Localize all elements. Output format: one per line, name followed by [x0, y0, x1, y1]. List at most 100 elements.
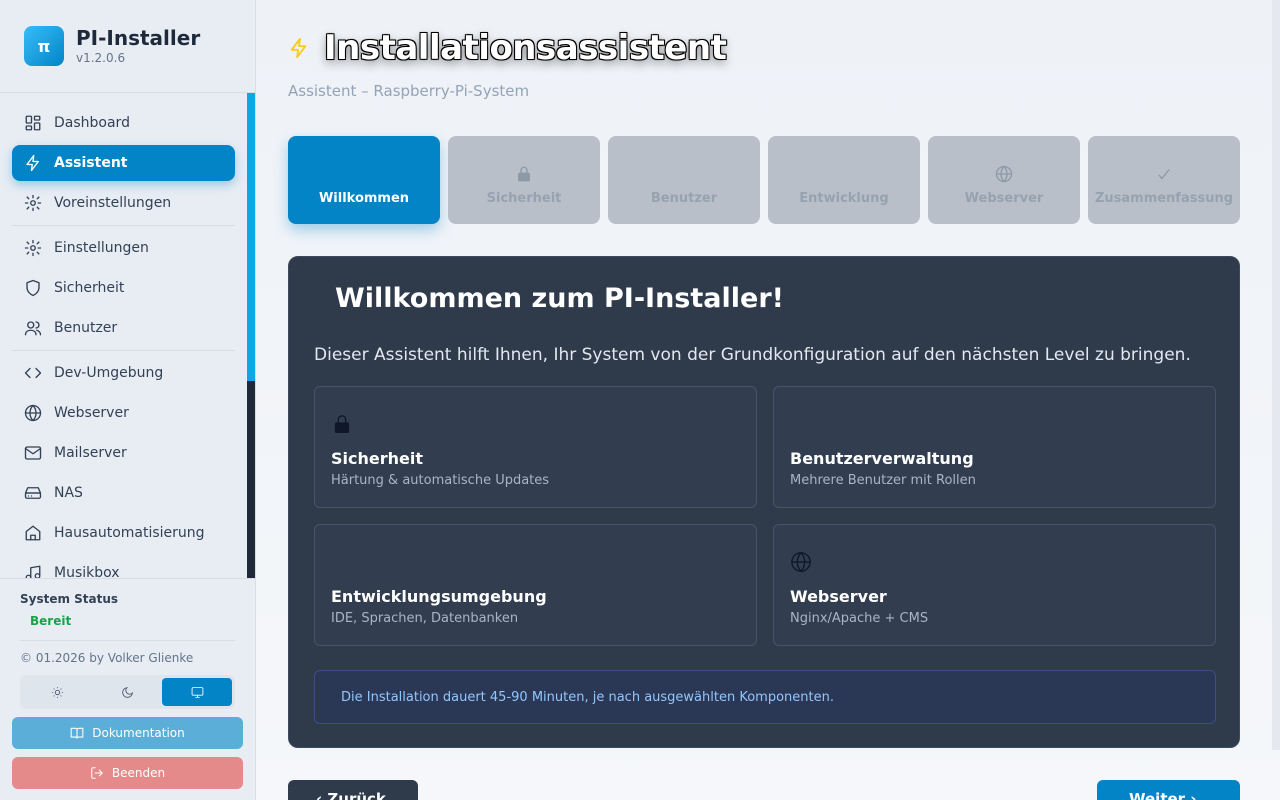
- feature-description: Härtung & automatische Updates: [331, 473, 550, 488]
- feature-name: Webserver: [790, 587, 887, 606]
- feature-description: IDE, Sprachen, Datenbanken: [331, 611, 519, 626]
- brand[interactable]: π PI-Installer v1.2.0.6: [24, 26, 200, 66]
- main-scrollbar-thumb[interactable]: [1272, 0, 1280, 750]
- lock-icon: [334, 415, 350, 433]
- check-icon: [1158, 169, 1170, 180]
- feature-card-webserver: Webserver Nginx/Apache + CMS: [773, 524, 1216, 646]
- step-benutzer[interactable]: Benutzer: [608, 136, 760, 224]
- documentation-button[interactable]: Dokumentation: [12, 717, 243, 749]
- step-label: Entwicklung: [799, 191, 889, 206]
- sidebar-item-assistent[interactable]: Assistent: [12, 145, 235, 181]
- shield-icon: [26, 279, 40, 297]
- logout-icon: [91, 767, 103, 779]
- gear-icon: [24, 239, 42, 257]
- lightning-icon: [26, 154, 39, 172]
- page-title-text: Installationsassistent: [324, 28, 727, 68]
- theme-switch: [20, 675, 235, 709]
- step-sicherheit[interactable]: Sicherheit: [448, 136, 600, 224]
- sidebar-item-label: Assistent: [54, 155, 128, 171]
- step-zusammenfassung[interactable]: Zusammenfassung: [1088, 136, 1240, 224]
- sidebar-item-label: Sicherheit: [54, 280, 125, 296]
- next-button[interactable]: Weiter ›: [1097, 780, 1240, 800]
- sidebar: π PI-Installer v1.2.0.6 Dashboard Assist…: [0, 0, 256, 800]
- step-webserver[interactable]: Webserver: [928, 136, 1080, 224]
- app-title: PI-Installer: [76, 26, 201, 50]
- back-button[interactable]: ‹ Zurück: [288, 780, 418, 800]
- theme-system-button[interactable]: [162, 678, 233, 706]
- sidebar-item-label: NAS: [54, 485, 83, 501]
- sidebar-item-label: Einstellungen: [54, 240, 149, 256]
- feature-name: Benutzerverwaltung: [790, 449, 974, 468]
- system-status-title: System Status: [20, 592, 119, 606]
- sidebar-item-label: Mailserver: [54, 445, 127, 461]
- page-title: Installationsassistent: [288, 28, 727, 68]
- sidebar-item-mailserver[interactable]: Mailserver: [12, 435, 235, 471]
- globe-icon: [791, 551, 811, 573]
- sidebar-item-dev-umgebung[interactable]: Dev-Umgebung: [12, 355, 235, 391]
- sidebar-item-label: Hausautomatisierung: [54, 525, 205, 541]
- quit-label: Beenden: [111, 766, 166, 780]
- sidebar-nav: Dashboard Assistent Voreinstellungen Ein…: [0, 93, 247, 578]
- divider: [12, 225, 235, 226]
- step-label: Willkommen: [318, 191, 410, 206]
- info-notice: Die Installation dauert 45-90 Minuten, j…: [314, 670, 1216, 724]
- feature-name: Sicherheit: [331, 449, 423, 468]
- sidebar-item-nas[interactable]: NAS: [12, 475, 235, 511]
- step-label: Sicherheit: [486, 191, 562, 206]
- code-icon: [24, 367, 42, 379]
- welcome-title: Willkommen zum PI-Installer!: [335, 283, 784, 314]
- sidebar-item-label: Voreinstellungen: [54, 195, 172, 211]
- sidebar-item-musikbox[interactable]: Musikbox: [12, 555, 235, 578]
- app-version: v1.2.0.6: [76, 51, 126, 65]
- sidebar-item-label: Benutzer: [54, 320, 118, 336]
- documentation-label: Dokumentation: [92, 726, 185, 740]
- quit-button[interactable]: Beenden: [12, 757, 243, 789]
- sidebar-item-label: Dashboard: [54, 115, 130, 131]
- sidebar-item-webserver[interactable]: Webserver: [12, 395, 235, 431]
- sidebar-item-einstellungen[interactable]: Einstellungen: [12, 230, 235, 266]
- sidebar-item-voreinstellungen[interactable]: Voreinstellungen: [12, 185, 235, 221]
- sidebar-item-label: Dev-Umgebung: [54, 365, 164, 381]
- copyright: © 01.2026 by Volker Glienke: [20, 651, 194, 665]
- book-icon: [70, 727, 84, 739]
- monitor-icon: [191, 686, 204, 698]
- music-icon: [25, 565, 41, 578]
- sun-icon: [52, 686, 64, 698]
- lock-icon: [518, 166, 530, 182]
- globe-icon: [24, 404, 42, 422]
- sidebar-item-sicherheit[interactable]: Sicherheit: [12, 270, 235, 306]
- users-icon: [24, 321, 42, 336]
- feature-card-benutzerverwaltung: Benutzerverwaltung Mehrere Benutzer mit …: [773, 386, 1216, 508]
- sidebar-item-benutzer[interactable]: Benutzer: [12, 310, 235, 346]
- step-label: Zusammenfassung: [1094, 191, 1234, 206]
- step-willkommen[interactable]: Willkommen: [288, 136, 440, 224]
- step-entwicklung[interactable]: Entwicklung: [768, 136, 920, 224]
- divider: [12, 350, 235, 351]
- sidebar-scrollbar[interactable]: [247, 93, 255, 578]
- lightning-icon: [290, 37, 307, 59]
- theme-light-button[interactable]: [23, 678, 93, 706]
- sidebar-item-hausautomatisierung[interactable]: Hausautomatisierung: [12, 515, 235, 551]
- hard-drive-icon: [24, 487, 42, 499]
- sidebar-item-label: Musikbox: [54, 565, 120, 578]
- sidebar-item-dashboard[interactable]: Dashboard: [12, 105, 235, 141]
- step-label: Benutzer: [650, 191, 718, 206]
- welcome-card: Willkommen zum PI-Installer! Dieser Assi…: [288, 256, 1240, 748]
- divider: [20, 640, 235, 641]
- theme-dark-button[interactable]: [93, 678, 163, 706]
- system-status-panel: System Status Bereit © 01.2026 by Volker…: [0, 578, 255, 800]
- main-content: Installationsassistent Assistent – Raspb…: [256, 0, 1280, 800]
- dashboard-icon: [25, 115, 41, 131]
- feature-name: Entwicklungsumgebung: [331, 587, 547, 606]
- main-scrollbar[interactable]: [1272, 0, 1280, 750]
- feature-description: Nginx/Apache + CMS: [790, 611, 929, 626]
- system-status-value: Bereit: [30, 614, 72, 628]
- sidebar-scrollbar-thumb[interactable]: [247, 93, 255, 381]
- sidebar-item-label: Webserver: [54, 405, 129, 421]
- moon-icon: [122, 686, 133, 698]
- globe-icon: [995, 165, 1013, 183]
- feature-card-entwicklungsumgebung: Entwicklungsumgebung IDE, Sprachen, Date…: [314, 524, 757, 646]
- home-icon: [25, 525, 41, 541]
- feature-card-sicherheit: Sicherheit Härtung & automatische Update…: [314, 386, 757, 508]
- step-label: Webserver: [964, 191, 1044, 206]
